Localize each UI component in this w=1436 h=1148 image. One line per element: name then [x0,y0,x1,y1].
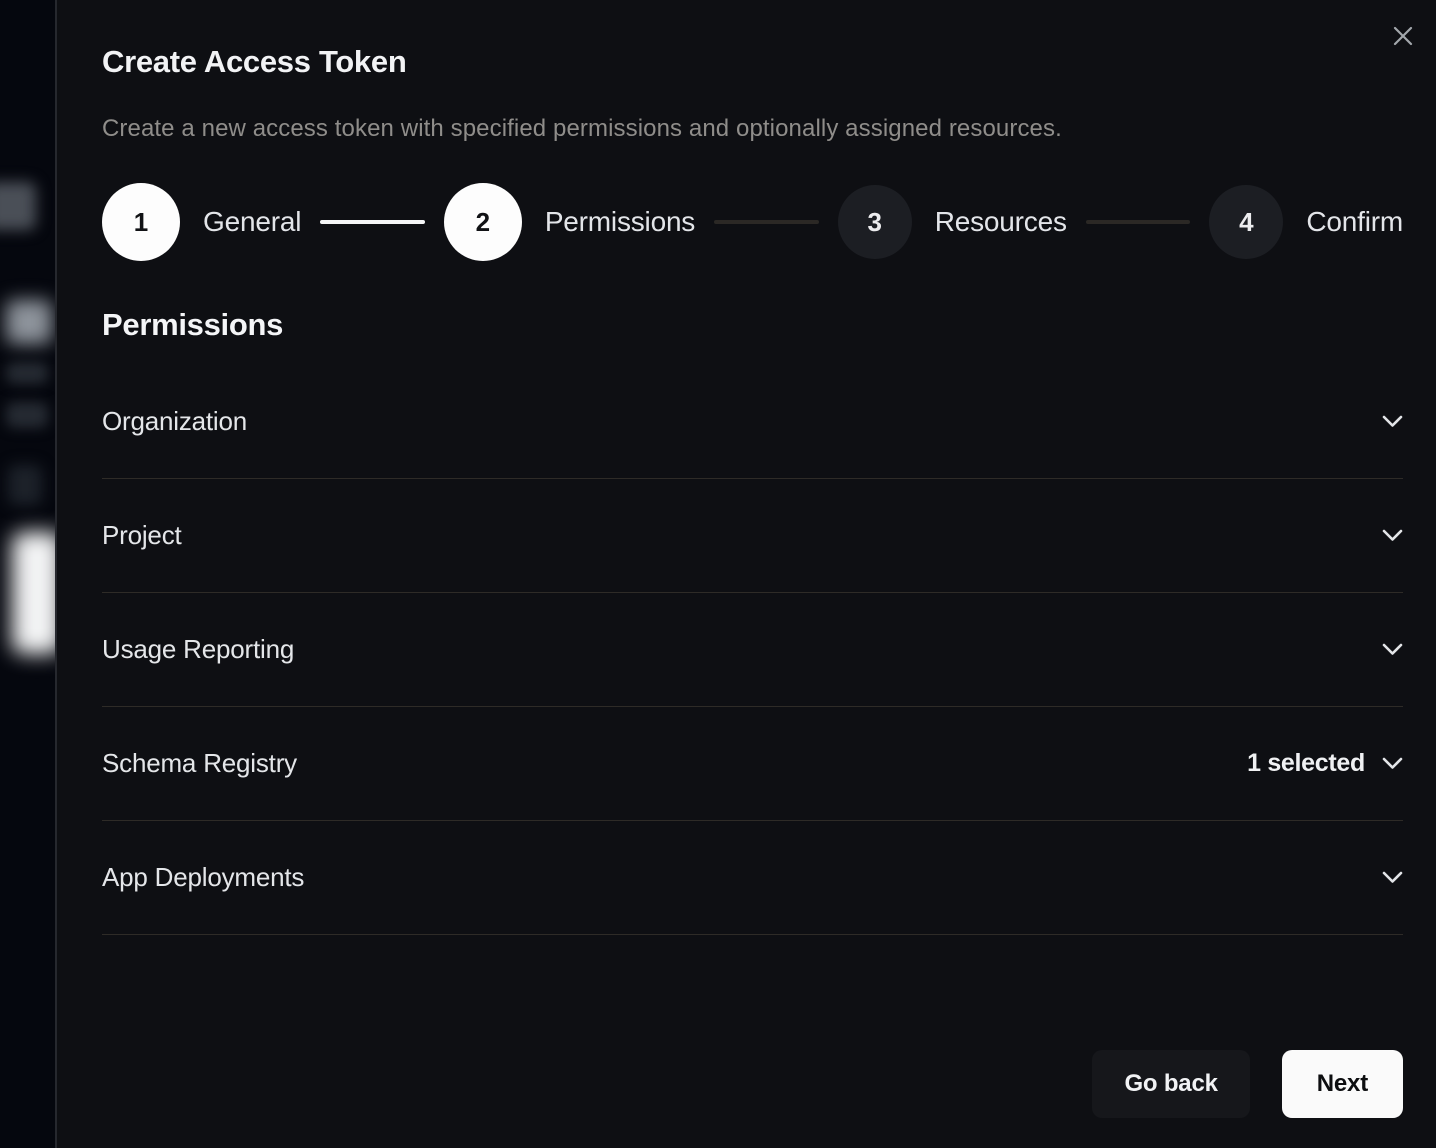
section-label: Project [102,520,182,551]
chevron-down-icon [1382,757,1403,770]
step-label: Permissions [545,206,695,238]
step-number-circle: 1 [102,183,180,261]
close-button[interactable] [1389,22,1417,50]
step-number-circle: 4 [1209,185,1283,259]
step-number-circle: 2 [444,183,522,261]
blurred-background-text [6,402,48,428]
step-general[interactable]: 1 General [102,183,301,261]
permission-section-organization[interactable]: Organization [102,365,1403,479]
blurred-background-text [6,362,48,384]
permissions-heading: Permissions [102,307,1403,343]
section-label: Schema Registry [102,748,297,779]
dialog-subtitle: Create a new access token with specified… [102,115,1403,143]
section-label: Organization [102,406,247,437]
chevron-down-icon [1382,643,1403,656]
step-permissions[interactable]: 2 Permissions [444,183,695,261]
chevron-down-icon [1382,871,1403,884]
create-access-token-dialog: Create Access Token Create a new access … [55,0,1436,1148]
wizard-stepper: 1 General 2 Permissions 3 Resources 4 Co… [102,183,1403,261]
go-back-button[interactable]: Go back [1092,1050,1249,1118]
background-page-sliver [0,0,55,1148]
permission-section-schema-registry[interactable]: Schema Registry 1 selected [102,707,1403,821]
chevron-down-icon [1382,415,1403,428]
permission-section-project[interactable]: Project [102,479,1403,593]
step-resources[interactable]: 3 Resources [838,185,1067,259]
step-connector [1086,220,1191,224]
step-label: Confirm [1306,206,1403,238]
selection-count-badge: 1 selected [1247,749,1365,778]
dialog-title: Create Access Token [102,0,1403,80]
section-label: App Deployments [102,862,304,893]
step-number-circle: 3 [838,185,912,259]
step-label: Resources [935,206,1067,238]
permission-sections-list: Organization Project Usage [102,365,1403,935]
dialog-footer: Go back Next [1092,1050,1403,1118]
next-button[interactable]: Next [1282,1050,1403,1118]
blurred-background-button [12,532,55,654]
permission-section-usage-reporting[interactable]: Usage Reporting [102,593,1403,707]
step-confirm[interactable]: 4 Confirm [1209,185,1403,259]
section-label: Usage Reporting [102,634,294,665]
blurred-background-text [6,300,52,344]
chevron-down-icon [1382,529,1403,542]
step-connector [714,220,819,224]
blurred-background-icon [8,465,42,505]
blurred-background-text [0,182,36,230]
permission-section-app-deployments[interactable]: App Deployments [102,821,1403,935]
close-icon [1393,26,1413,46]
step-label: General [203,206,301,238]
step-connector [320,220,425,224]
